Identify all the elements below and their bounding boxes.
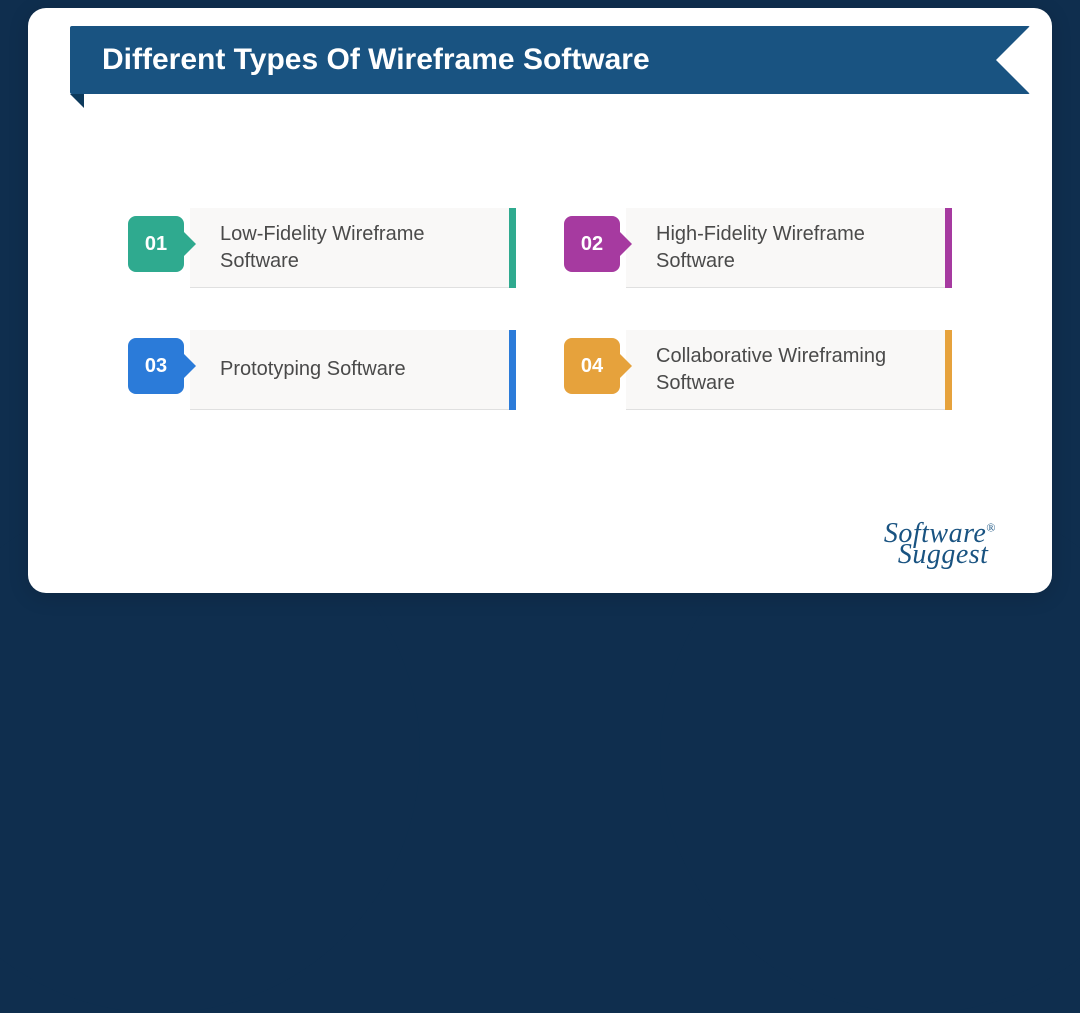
ribbon-fold-decoration	[70, 94, 84, 108]
item-label: Low-Fidelity Wireframe Software	[220, 221, 489, 275]
item-number-badge: 01	[128, 216, 184, 272]
item-end-accent	[945, 330, 952, 410]
list-item: 03 Prototyping Software	[128, 330, 516, 410]
item-body: Prototyping Software	[190, 330, 509, 410]
item-body: Low-Fidelity Wireframe Software	[190, 208, 509, 288]
page-title: Different Types Of Wireframe Software	[102, 43, 650, 77]
badge-arrow-icon	[184, 232, 196, 256]
registered-mark: ®	[986, 520, 996, 534]
item-body: Collaborative Wireframing Software	[626, 330, 945, 410]
ribbon-notch-decoration	[996, 26, 1030, 94]
title-ribbon: Different Types Of Wireframe Software	[70, 26, 1030, 94]
item-body: High-Fidelity Wireframe Software	[626, 208, 945, 288]
item-end-accent	[509, 330, 516, 410]
item-end-accent	[945, 208, 952, 288]
badge-arrow-icon	[620, 354, 632, 378]
item-number-badge: 04	[564, 338, 620, 394]
list-item: 02 High-Fidelity Wireframe Software	[564, 208, 952, 288]
item-label: High-Fidelity Wireframe Software	[656, 221, 925, 275]
brand-line2: Suggest	[898, 542, 996, 567]
brand-logo: Software® Suggest	[884, 521, 996, 567]
list-item: 04 Collaborative Wireframing Software	[564, 330, 952, 410]
item-label: Prototyping Software	[220, 356, 406, 383]
item-label: Collaborative Wireframing Software	[656, 343, 925, 397]
item-number-badge: 03	[128, 338, 184, 394]
item-number-badge: 02	[564, 216, 620, 272]
badge-arrow-icon	[620, 232, 632, 256]
badge-arrow-icon	[184, 354, 196, 378]
content-card: Different Types Of Wireframe Software 01…	[28, 8, 1052, 593]
list-item: 01 Low-Fidelity Wireframe Software	[128, 208, 516, 288]
item-end-accent	[509, 208, 516, 288]
types-grid: 01 Low-Fidelity Wireframe Software 02 Hi…	[128, 208, 952, 410]
